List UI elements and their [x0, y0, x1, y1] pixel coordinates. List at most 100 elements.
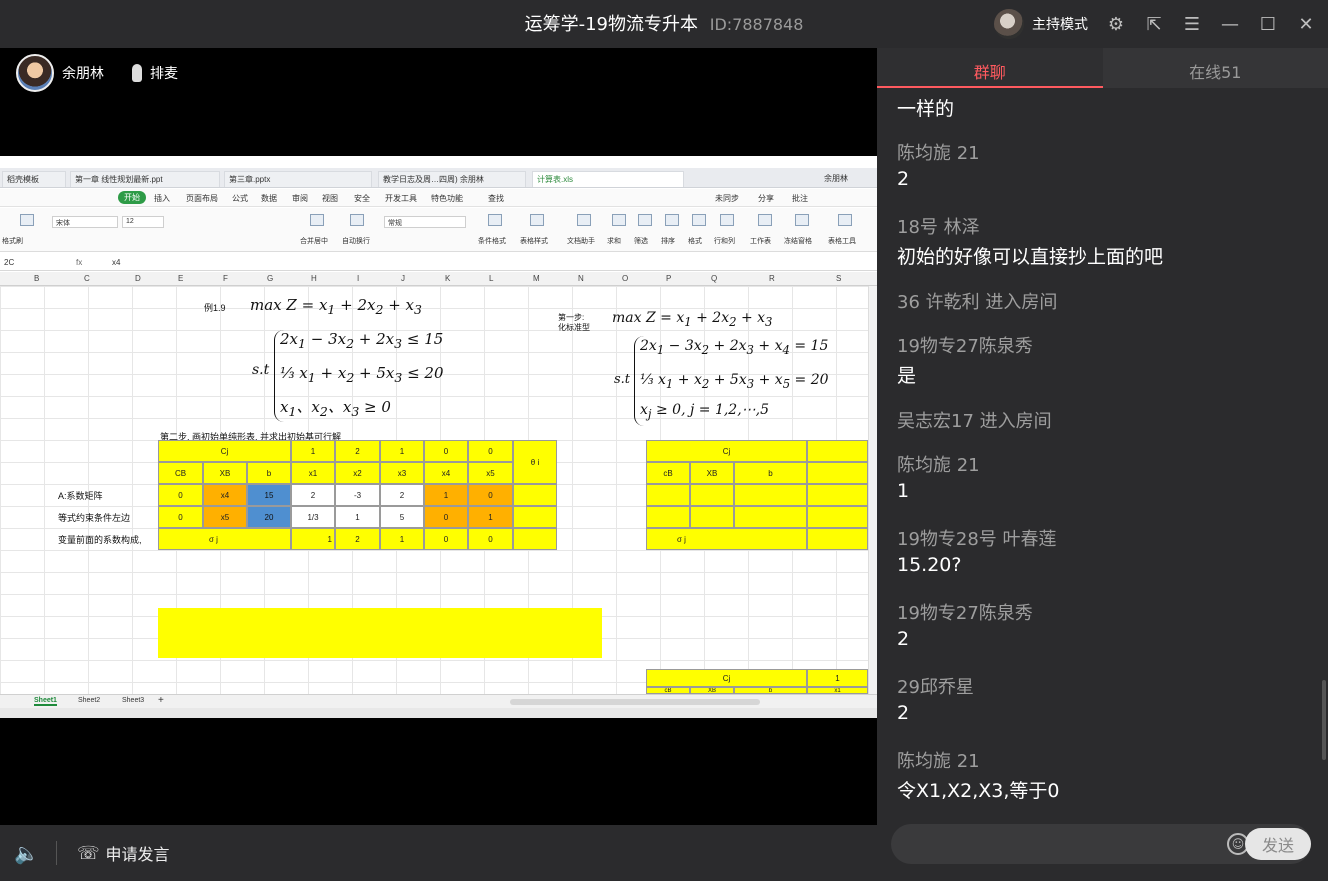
ss-tab: 第三章.pptx — [224, 171, 372, 187]
wrap-icon — [350, 214, 364, 226]
tab-online[interactable]: 在线51 — [1102, 48, 1328, 88]
table-header: XB — [203, 462, 247, 484]
host-avatar[interactable] — [994, 9, 1024, 39]
add-sheet-icon: + — [158, 695, 164, 706]
send-button[interactable]: 发送 — [1245, 828, 1311, 860]
message-sender: 19物专27陈泉秀 — [897, 336, 1033, 357]
table-header: x4 — [424, 462, 468, 484]
ss-menu-item: 审阅 — [292, 194, 308, 203]
table3-header: cB — [646, 687, 690, 694]
ss-menu-item: 开始 — [118, 191, 146, 204]
cj-value: 0 — [424, 440, 468, 462]
chat-tabs: 群聊 在线51 — [877, 48, 1328, 88]
sheet-tab: Sheet3 — [122, 697, 145, 704]
ribbon-label: 行和列 — [714, 238, 735, 245]
maximize-icon[interactable]: ☐ — [1252, 8, 1284, 40]
table-tools-icon — [838, 214, 852, 226]
video-area: 余朋林 排麦 稻壳模板 第一章 线性规划最新.ppt 第三章.pptx 教学日志… — [0, 48, 877, 825]
host-mode-label[interactable]: 主持模式 — [1032, 14, 1088, 34]
column-header: E — [178, 274, 184, 283]
message-text: 2 — [897, 702, 910, 724]
column-header: F — [223, 274, 228, 283]
chat-scrollbar[interactable] — [1322, 680, 1326, 760]
freeze-icon — [795, 214, 809, 226]
cj-value: 1 — [291, 440, 335, 462]
filter-icon — [638, 214, 652, 226]
column-header: C — [84, 274, 90, 283]
menu-icon[interactable]: ☰ — [1176, 8, 1208, 40]
column-header: N — [578, 274, 584, 283]
column-header: I — [357, 274, 360, 283]
font-size-select: 12 — [122, 216, 164, 228]
table2-cell — [646, 484, 690, 506]
message-sender: 19物专27陈泉秀 — [897, 603, 1033, 624]
ss-menu-item: 插入 — [154, 194, 170, 203]
table3-cj: Cj — [646, 669, 807, 687]
control-bar: 🔈 ☏ 申请发言 — [0, 825, 877, 881]
table2-cell — [807, 506, 868, 528]
formula-content: x4 — [112, 258, 121, 267]
constraint-2: ⅓ x1 + x2 + 5x3 ≤ 20 — [280, 364, 444, 385]
spreadsheet-horizontal-scrollbar — [510, 699, 760, 705]
close-icon[interactable]: ✕ — [1290, 8, 1322, 40]
ss-user: 余朋林 — [824, 174, 848, 183]
spreadsheet-ribbon: 宋体 12 常规 格式刷 合并居中 自动换行 条件格式 表格样式 文档助手 求和… — [0, 208, 877, 252]
ribbon-label: 表格工具 — [828, 238, 856, 245]
table-cell: 1 — [335, 506, 380, 528]
sheet-tab: Sheet2 — [78, 697, 101, 704]
ss-menu-item: 分享 — [758, 194, 774, 203]
merge-icon — [310, 214, 324, 226]
ss-tab: 第一章 线性规划最新.ppt — [70, 171, 220, 187]
ribbon-label: 文档助手 — [567, 238, 595, 245]
sigma-value: 2 — [335, 528, 380, 550]
theta-header: θ i — [513, 440, 557, 484]
table-cell-selected: 15 — [247, 484, 291, 506]
cj-header: Cj — [158, 440, 291, 462]
message-text: 令X1,X2,X3,等于0 — [897, 780, 1060, 802]
apply-speak-label: 申请发言 — [105, 845, 170, 864]
ss-menu-item: 查找 — [488, 194, 504, 203]
message-text: 初始的好像可以直接抄上面的吧 — [897, 246, 1164, 268]
column-header: J — [401, 274, 405, 283]
number-format-select: 常规 — [384, 216, 466, 228]
chat-panel: 群聊 在线51 一样的 陈均旎 21 2 18号 林泽 初始的好像可以直接抄上面… — [877, 48, 1328, 881]
column-header: M — [533, 274, 540, 283]
message-sender: 19物专28号 叶春莲 — [897, 529, 1057, 550]
speaker-icon[interactable]: 🔈 — [14, 840, 40, 866]
spreadsheet-status-bar — [0, 708, 877, 718]
queue-button[interactable]: 排麦 — [132, 63, 178, 83]
table-cell: 2 — [380, 484, 424, 506]
theta-cell — [513, 528, 557, 550]
table-cell: 1/3 — [291, 506, 335, 528]
presenter-name: 余朋林 — [62, 66, 104, 82]
std-constraint-3: xj ≥ 0, j = 1,2,⋯,5 — [640, 402, 770, 421]
table-cell: x5 — [203, 506, 247, 528]
ribbon-label: 自动换行 — [342, 238, 370, 245]
ss-tab-active: 计算表.xls — [532, 171, 684, 187]
queue-label: 排麦 — [150, 66, 178, 82]
sheet-tabs: Sheet1 Sheet2 Sheet3 + — [0, 694, 877, 708]
ss-menu-item: 特色功能 — [431, 194, 463, 203]
table2-cell — [690, 484, 734, 506]
tab-group-chat[interactable]: 群聊 — [877, 48, 1103, 88]
std-objective: max Z = x1 + 2x2 + x3 — [612, 310, 773, 329]
constraint-3: x1、x2、x3 ≥ 0 — [280, 398, 391, 419]
theta-cell — [513, 484, 557, 506]
doc-helper-icon — [577, 214, 591, 226]
room-title: 运筹学-19物流专升本 — [524, 14, 698, 35]
shared-screen: 稻壳模板 第一章 线性规划最新.ppt 第三章.pptx 教学日志及周…四周) … — [0, 156, 877, 718]
table3-header: b — [734, 687, 807, 694]
column-header: S — [836, 274, 842, 283]
message-text: 2 — [897, 628, 910, 650]
std-constraint-1: 2x1 − 3x2 + 2x3 + x4 = 15 — [640, 338, 829, 357]
minimize-icon[interactable]: — — [1214, 8, 1246, 40]
chat-input[interactable]: ☺ 发送 — [891, 824, 1311, 864]
popout-icon[interactable]: ⇱ — [1138, 8, 1170, 40]
ribbon-label: 排序 — [661, 238, 675, 245]
chat-messages: 一样的 陈均旎 21 2 18号 林泽 初始的好像可以直接抄上面的吧 36 许乾… — [877, 88, 1328, 802]
formula-bar: 2C fx x4 — [0, 255, 877, 271]
column-header: B — [34, 274, 40, 283]
message-text: 1 — [897, 480, 910, 502]
settings-icon[interactable]: ⚙ — [1100, 8, 1132, 40]
apply-speak-button[interactable]: ☏ 申请发言 — [77, 841, 170, 865]
